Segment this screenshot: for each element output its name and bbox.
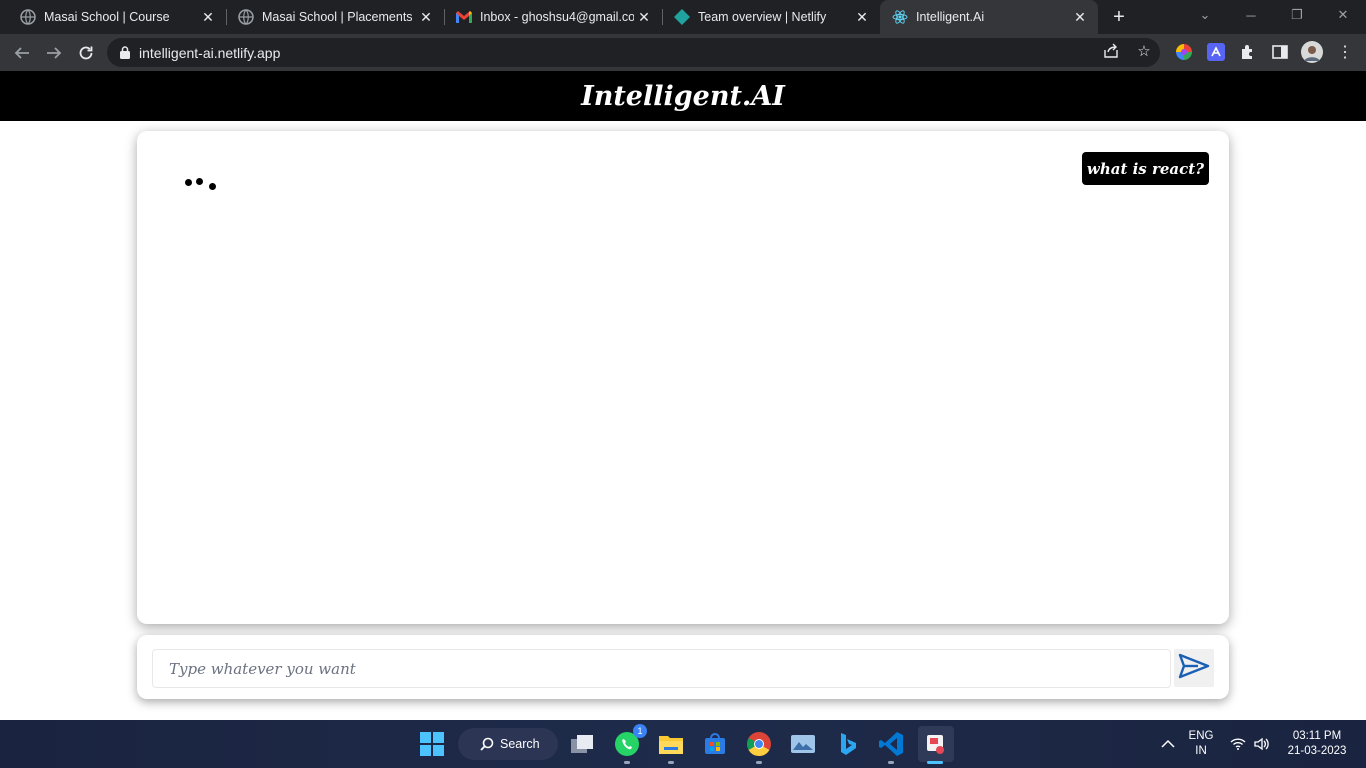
typing-dot (209, 183, 216, 190)
tab-masai-placements[interactable]: Masai School | Placements ✕ (218, 0, 444, 34)
close-icon[interactable]: ✕ (852, 7, 872, 27)
chrome-icon[interactable] (743, 728, 775, 760)
tab-title: Intelligent.Ai (916, 10, 985, 24)
tab-search-icon[interactable]: ⌄ (1182, 0, 1228, 30)
color-picker-extension-icon[interactable] (1172, 40, 1196, 64)
close-icon[interactable]: ✕ (416, 7, 436, 27)
message-input[interactable] (152, 649, 1171, 688)
profile-avatar[interactable] (1300, 40, 1324, 64)
task-view-icon[interactable] (566, 728, 598, 760)
notification-badge: 1 (633, 724, 647, 738)
tab-masai-course[interactable]: Masai School | Course ✕ (0, 0, 226, 34)
microsoft-store-icon[interactable] (699, 728, 731, 760)
typing-dot (185, 179, 192, 186)
close-icon[interactable]: ✕ (1070, 7, 1090, 27)
search-label: Search (500, 737, 540, 751)
tab-title: Masai School | Course (44, 10, 170, 24)
new-tab-button[interactable]: + (1108, 6, 1130, 28)
taskbar-search-button[interactable]: Search (458, 728, 558, 760)
browser-toolbar: intelligent-ai.netlify.app ☆ ⋮ (0, 34, 1366, 71)
tab-title: Inbox - ghoshsu4@gmail.com (480, 10, 634, 24)
tab-gmail-inbox[interactable]: Inbox - ghoshsu4@gmail.com ✕ (436, 0, 662, 34)
send-button[interactable] (1174, 649, 1214, 687)
snipping-tool-icon[interactable] (918, 726, 954, 762)
volume-icon[interactable] (1250, 728, 1274, 760)
globe-icon (238, 9, 254, 25)
react-icon (892, 9, 908, 25)
address-bar[interactable]: intelligent-ai.netlify.app (107, 38, 1160, 67)
typing-dot (196, 178, 203, 185)
url-text: intelligent-ai.netlify.app (139, 44, 281, 61)
clock-date: 21-03-2023 (1287, 745, 1347, 757)
running-indicator (624, 761, 630, 764)
tab-netlify[interactable]: Team overview | Netlify ✕ (654, 0, 880, 34)
close-icon[interactable]: ✕ (198, 7, 218, 27)
clock-time: 03:11 PM (1292, 730, 1342, 742)
netlify-icon (674, 9, 690, 25)
running-indicator (888, 761, 894, 764)
tab-title: Masai School | Placements (262, 10, 413, 24)
message-composer (137, 635, 1229, 699)
tab-intelligent-ai[interactable]: Intelligent.Ai ✕ (880, 0, 1098, 34)
bookmark-star-icon[interactable]: ☆ (1133, 40, 1155, 62)
site-title: Intelligent.AI (581, 80, 785, 112)
extension-icon[interactable] (1204, 40, 1228, 64)
forward-arrow-icon[interactable] (41, 40, 67, 66)
restore-button[interactable]: ❐ (1274, 0, 1320, 30)
reload-icon[interactable] (73, 40, 99, 66)
running-indicator (668, 761, 674, 764)
send-icon (1178, 653, 1210, 684)
windows-taskbar: Search 1 ENG IN 03:11 PM 21-03-2023 (0, 720, 1366, 768)
search-icon (480, 737, 494, 751)
browser-tab-strip: Masai School | Course ✕ Masai School | P… (0, 0, 1366, 34)
typing-indicator (184, 177, 220, 193)
lock-icon (120, 46, 130, 59)
language-indicator[interactable]: ENG IN (1186, 729, 1216, 759)
minimize-button[interactable]: ─ (1228, 0, 1274, 30)
chevron-up-icon[interactable] (1152, 728, 1184, 760)
photos-icon[interactable] (787, 728, 819, 760)
vscode-icon[interactable] (875, 728, 907, 760)
region-code: IN (1195, 745, 1207, 757)
close-window-button[interactable]: ✕ (1320, 0, 1366, 30)
browser-menu-icon[interactable]: ⋮ (1333, 40, 1357, 64)
site-header: Intelligent.AI (0, 71, 1366, 121)
share-icon[interactable] (1100, 40, 1122, 62)
close-icon[interactable]: ✕ (634, 7, 654, 27)
clock[interactable]: 03:11 PM 21-03-2023 (1280, 729, 1354, 759)
tab-title: Team overview | Netlify (698, 10, 827, 24)
puzzle-extensions-icon[interactable] (1236, 40, 1260, 64)
gmail-icon (456, 9, 472, 25)
file-explorer-icon[interactable] (655, 728, 687, 760)
windows-start-icon[interactable] (416, 728, 448, 760)
running-indicator (756, 761, 762, 764)
user-message-bubble: what is react? (1081, 152, 1209, 185)
active-app-indicator (927, 761, 943, 764)
side-panel-icon[interactable] (1268, 40, 1292, 64)
globe-icon (20, 9, 36, 25)
back-arrow-icon[interactable] (9, 40, 35, 66)
whatsapp-icon[interactable]: 1 (611, 724, 647, 760)
language-code: ENG (1188, 730, 1214, 742)
chat-window: what is react? (137, 131, 1229, 624)
bing-icon[interactable] (831, 728, 863, 760)
wifi-icon[interactable] (1226, 728, 1250, 760)
